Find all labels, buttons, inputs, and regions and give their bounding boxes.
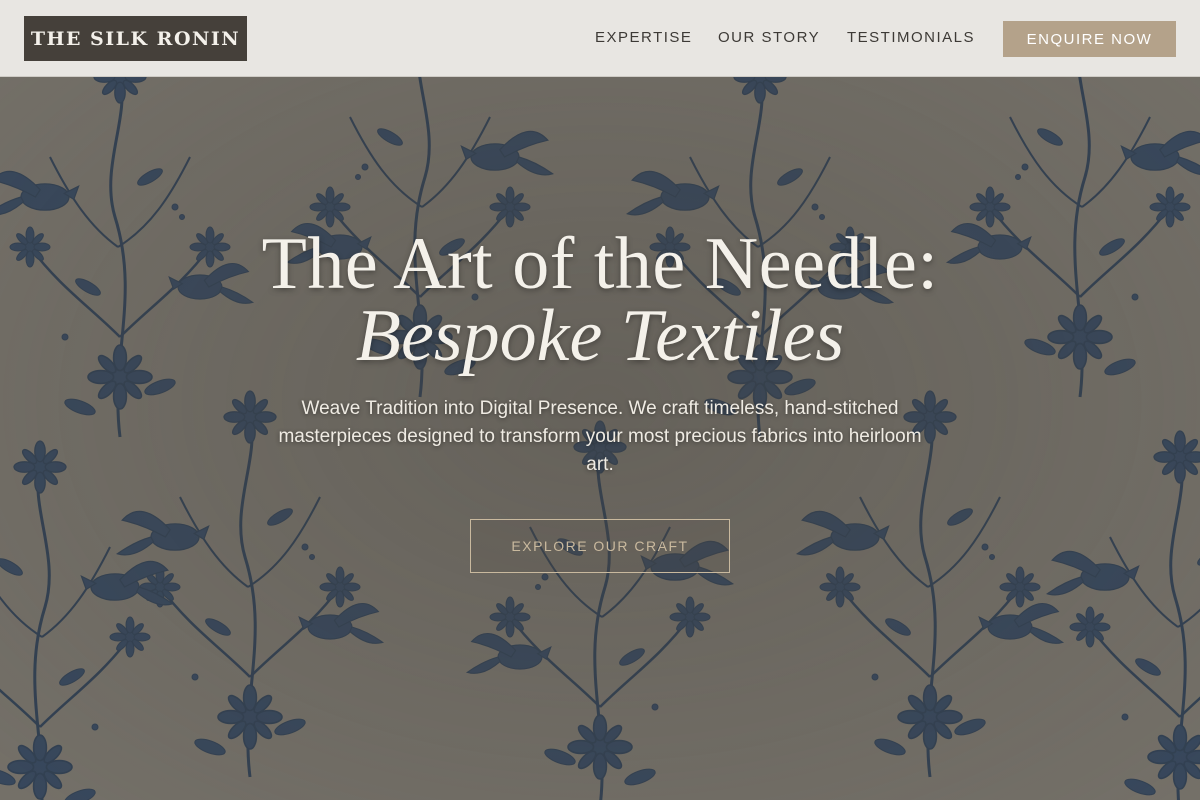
hero-subtitle: Weave Tradition into Digital Presence. W… bbox=[278, 398, 922, 475]
nav-link-expertise[interactable]: EXPERTISE bbox=[595, 29, 692, 46]
explore-craft-button[interactable]: EXPLORE OUR CRAFT bbox=[470, 519, 730, 573]
nav-link-our-story[interactable]: OUR STORY bbox=[718, 29, 820, 46]
hero-headline-line2: Bespoke Textiles bbox=[355, 295, 845, 377]
site-header: THE SILK RONIN EXPERTISE OUR STORY TESTI… bbox=[0, 0, 1200, 77]
hero-headline: The Art of the Needle: Bespoke Textiles bbox=[0, 225, 1200, 375]
hero-section: The Art of the Needle: Bespoke Textiles … bbox=[0, 77, 1200, 800]
enquire-now-button[interactable]: ENQUIRE NOW bbox=[1003, 21, 1176, 57]
nav-link-testimonials[interactable]: TESTIMONIALS bbox=[847, 29, 975, 46]
hero-headline-line1: The Art of the Needle: bbox=[261, 223, 939, 305]
main-nav: EXPERTISE OUR STORY TESTIMONIALS ENQUIRE… bbox=[0, 0, 1200, 77]
